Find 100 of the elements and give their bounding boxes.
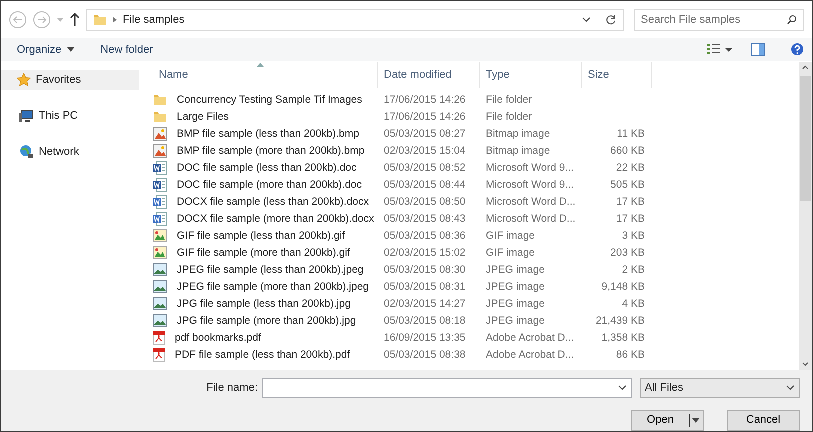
image-file-icon <box>153 297 167 310</box>
file-name[interactable]: pdf bookmarks.pdf <box>169 332 262 344</box>
date-cell-text: 05/03/2015 08:50 <box>383 196 467 208</box>
refresh-icon[interactable] <box>605 14 617 26</box>
file-name[interactable]: Large Files <box>171 110 229 122</box>
view-options-icon[interactable] <box>707 44 733 56</box>
type-cell-text: Bitmap image <box>485 128 552 140</box>
file-name[interactable]: PDF file sample (less than 200kb).pdf <box>169 348 350 360</box>
breadcrumb[interactable]: File samples <box>123 14 185 26</box>
help-icon[interactable] <box>791 43 804 56</box>
date-cell-text: 02/03/2015 15:04 <box>383 144 467 156</box>
image-file-icon <box>153 126 167 140</box>
column-header[interactable]: Date modified <box>378 62 480 88</box>
address-bar[interactable]: File samples <box>86 8 624 30</box>
size-cell-text: 21,439 KB <box>594 314 645 326</box>
type-cell-text: Microsoft Word D... <box>485 196 577 208</box>
date-cell-text: 17/06/2015 14:26 <box>383 110 467 122</box>
size-cell-text: 17 KB <box>615 196 645 208</box>
date-cell-text: 02/03/2015 14:27 <box>383 298 467 310</box>
file-name[interactable]: JPEG file sample (less than 200kb).jpeg <box>171 264 364 276</box>
file-name[interactable]: GIF file sample (less than 200kb).gif <box>171 230 346 242</box>
folder-icon <box>93 13 107 26</box>
size-cell-text: 3 KB <box>621 230 645 242</box>
file-name[interactable]: GIF file sample (more than 200kb).gif <box>171 246 350 258</box>
size-cell-text: 22 KB <box>615 162 645 174</box>
search-placeholder: Search File samples <box>641 14 741 26</box>
type-cell-text: Adobe Acrobat D... <box>485 348 576 360</box>
size-cell-text: 11 KB <box>616 128 645 140</box>
image-file-icon <box>153 314 167 327</box>
date-cell-text: 05/03/2015 08:18 <box>383 314 467 326</box>
column-header[interactable]: Size <box>582 62 652 88</box>
size-cell-text: 203 KB <box>610 246 645 258</box>
dialog-button[interactable]: Cancel <box>727 410 800 430</box>
size-cell-text: 2 KB <box>621 264 645 276</box>
folder-icon <box>153 110 167 123</box>
scrollbar[interactable] <box>799 62 812 370</box>
sidebar-item[interactable]: Favorites <box>1 70 139 90</box>
file-name[interactable]: JPG file sample (less than 200kb).jpg <box>171 298 351 310</box>
file-name[interactable]: JPEG file sample (more than 200kb).jpeg <box>171 280 370 292</box>
type-cell-text: Microsoft Word D... <box>485 212 577 224</box>
date-cell-text: 05/03/2015 08:27 <box>383 128 467 140</box>
file-name[interactable]: DOCX file sample (less than 200kb).docx <box>171 196 369 208</box>
split-button[interactable]: Open <box>631 410 704 430</box>
type-cell-text: Microsoft Word 9... <box>485 178 575 190</box>
sort-arrow-icon <box>257 63 264 67</box>
file-name[interactable]: DOC file sample (less than 200kb).doc <box>171 162 357 174</box>
network-icon <box>19 145 34 159</box>
type-cell-text: GIF image <box>485 246 536 258</box>
document-icon <box>153 160 167 174</box>
chevron-right-icon <box>113 16 117 22</box>
date-cell-text: 05/03/2015 08:31 <box>383 280 467 292</box>
scroll-thumb[interactable] <box>800 76 811 201</box>
date-cell-text: 05/03/2015 08:44 <box>383 178 467 190</box>
preview-pane-icon[interactable] <box>751 43 765 56</box>
document-icon <box>153 194 167 208</box>
pdf-file-icon <box>153 330 165 344</box>
menu-button[interactable]: Organize <box>17 44 75 56</box>
file-name[interactable]: Concurrency Testing Sample Tif Images <box>171 94 362 106</box>
type-cell-text: File folder <box>485 110 534 122</box>
file-name-label: File name: <box>206 382 258 394</box>
up-arrow-icon[interactable] <box>70 13 80 26</box>
type-cell-text: Adobe Acrobat D... <box>485 332 576 344</box>
type-cell-text: JPEG image <box>485 298 546 310</box>
file-type-dropdown[interactable]: All Files <box>640 378 800 398</box>
file-name[interactable]: BMP file sample (more than 200kb).bmp <box>171 144 365 156</box>
date-cell-text: 17/06/2015 14:26 <box>383 94 467 106</box>
chevron-down-icon <box>618 385 627 391</box>
size-cell-text: 1,358 KB <box>600 332 645 344</box>
date-cell-text: 05/03/2015 08:30 <box>383 264 467 276</box>
type-cell-text: GIF image <box>485 230 536 242</box>
search-field[interactable]: Search File samples <box>634 8 804 30</box>
file-name[interactable]: BMP file sample (less than 200kb).bmp <box>171 128 360 140</box>
sidebar-item[interactable]: This PC <box>1 106 139 126</box>
size-cell-text: 17 KB <box>615 212 645 224</box>
toolbar-button[interactable]: New folder <box>100 44 154 56</box>
file-name[interactable]: DOC file sample (more than 200kb).doc <box>171 178 362 190</box>
document-icon <box>153 212 167 226</box>
date-cell-text: 05/03/2015 08:52 <box>383 162 467 174</box>
file-name-field[interactable] <box>262 378 632 398</box>
date-cell-text: 02/03/2015 15:02 <box>383 246 467 258</box>
size-cell-text: 505 KB <box>610 178 645 190</box>
image-file-icon <box>153 229 167 242</box>
file-name[interactable]: DOCX file sample (more than 200kb).docx <box>171 212 374 224</box>
sidebar-item[interactable]: Network <box>1 142 139 162</box>
chevron-down-icon <box>582 16 591 22</box>
image-file-icon <box>153 144 167 158</box>
image-file-icon <box>153 263 167 276</box>
star-icon <box>17 73 31 87</box>
type-cell-text: JPEG image <box>485 314 546 326</box>
size-cell-text: 9,148 KB <box>600 280 645 292</box>
type-cell-text: File folder <box>485 94 534 106</box>
type-cell-text: JPEG image <box>485 264 546 276</box>
pdf-file-icon <box>153 348 165 362</box>
column-header[interactable]: Type <box>480 62 582 88</box>
size-cell-text: 660 KB <box>610 144 645 156</box>
computer-icon <box>19 110 34 122</box>
date-cell-text: 16/09/2015 13:35 <box>383 332 467 344</box>
size-cell-text: 4 KB <box>621 298 645 310</box>
file-name[interactable]: JPG file sample (more than 200kb).jpg <box>171 314 356 326</box>
image-file-icon <box>153 246 167 259</box>
